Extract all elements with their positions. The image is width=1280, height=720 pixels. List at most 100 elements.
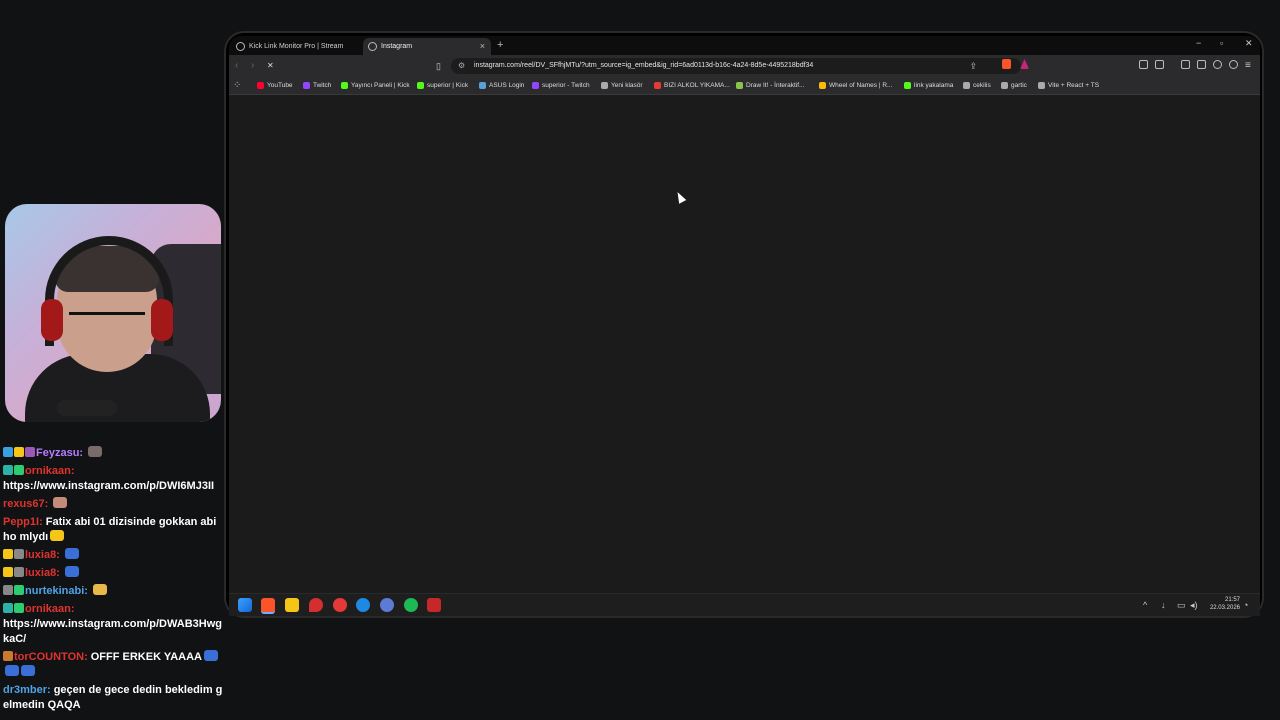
bookmark-item[interactable]: Draw It! - İnteraktif...: [736, 77, 805, 94]
microphone: [57, 400, 117, 416]
chat-message: luxia8:: [3, 566, 225, 581]
bookmark-item[interactable]: YouTube: [257, 77, 293, 94]
chat-message: nurtekinabi:: [3, 584, 225, 599]
chat-overlay: Feyzasu: ornikaan: https://www.instagram.c…: [3, 446, 225, 716]
bookmark-item[interactable]: ASUS Login: [479, 77, 524, 94]
browser-toolbar: ‹ › ✕ ▯ ⚙ instagram.com/reel/DV_SFfhjMTu…: [229, 55, 1260, 77]
stop-loading-icon[interactable]: ✕: [267, 59, 274, 73]
bookmark-item[interactable]: cekilis: [963, 77, 991, 94]
chat-message: ornikaan: https://www.instagram.com/p/DWI…: [3, 464, 225, 494]
share-icon[interactable]: ⇪: [969, 58, 977, 74]
headset-left-ear: [41, 299, 63, 341]
bookmark-item[interactable]: Wheel of Names | R...: [819, 77, 892, 94]
bookmark-item[interactable]: link yakalama: [904, 77, 953, 94]
chat-username[interactable]: ornikaan:: [25, 465, 75, 477]
notification-icon[interactable]: ◔: [1243, 598, 1248, 612]
spotify-icon[interactable]: [404, 598, 418, 612]
bookmark-label: Draw It! - İnteraktif...: [746, 82, 805, 89]
chat-badge-icon: [3, 465, 13, 475]
file-explorer-icon[interactable]: [285, 598, 299, 612]
wallet-icon[interactable]: [1197, 60, 1206, 69]
globe-icon: [236, 42, 245, 51]
chat-username[interactable]: torCOUNTON:: [14, 651, 88, 663]
stream-deck-icon[interactable]: [427, 598, 441, 612]
windows-taskbar: ^ ↓ ▭ ◂) 21:57 22.03.2026 ◔: [229, 593, 1260, 616]
tray-overflow-icon[interactable]: ^: [1143, 598, 1147, 612]
minimize-button[interactable]: −: [1196, 38, 1201, 48]
bookmark-favicon-icon: [736, 82, 743, 89]
chat-username[interactable]: dr3mber:: [3, 684, 51, 696]
bookmark-label: Yayıncı Paneli | Kick: [351, 82, 410, 89]
chat-username[interactable]: rexus67:: [3, 498, 48, 510]
apps-grid-icon[interactable]: ⁘: [233, 81, 241, 91]
tab-label: Instagram: [381, 43, 413, 50]
forward-button[interactable]: ›: [251, 59, 254, 73]
chat-message: rexus67:: [3, 497, 225, 512]
bookmark-favicon-icon: [417, 82, 424, 89]
leo-ai-icon[interactable]: [1213, 60, 1222, 69]
chat-emote-icon: [64, 566, 79, 577]
reading-list-icon[interactable]: [1155, 60, 1164, 69]
sidebar-icon[interactable]: [1181, 60, 1190, 69]
bookmark-item[interactable]: Twitch: [303, 77, 331, 94]
new-tab-button[interactable]: +: [497, 38, 503, 52]
chat-emote-icon: [21, 665, 35, 676]
bookmark-item[interactable]: superior | Kick: [417, 77, 468, 94]
site-info-icon[interactable]: ⚙: [458, 58, 465, 74]
maps-pin-icon[interactable]: [309, 598, 323, 612]
chat-username[interactable]: Feyzasu:: [36, 447, 83, 459]
close-tab-icon[interactable]: ×: [480, 38, 485, 55]
brave-shields-icon[interactable]: [1002, 59, 1011, 69]
tab-kick-link-monitor[interactable]: Kick Link Monitor Pro | Stream Deck: [231, 38, 361, 67]
chat-username[interactable]: ornikaan:: [25, 603, 75, 615]
chat-badge-icon: [3, 549, 13, 559]
bookmark-label: Twitch: [313, 82, 332, 89]
bookmark-label: cekilis: [973, 82, 991, 89]
chat-badge-icon: [3, 603, 13, 613]
back-button[interactable]: ‹: [235, 59, 238, 73]
menu-icon[interactable]: ≡: [1245, 59, 1251, 73]
windows-start-icon[interactable]: [238, 598, 252, 612]
bookmark-label: Vite + React + TS: [1048, 82, 1100, 89]
chat-badge-icon: [3, 585, 13, 595]
maximize-button[interactable]: ▫: [1220, 38, 1223, 48]
vpn-icon[interactable]: [1229, 60, 1238, 69]
chat-badge-icon: [3, 651, 13, 661]
bookmark-item[interactable]: Vite + React + TS: [1038, 77, 1099, 94]
bookmark-item[interactable]: Yeni klasör: [601, 77, 643, 94]
chat-username[interactable]: luxia8:: [25, 549, 60, 561]
chat-username[interactable]: luxia8:: [25, 567, 60, 579]
brave-browser-icon[interactable]: [261, 598, 275, 614]
chat-username[interactable]: Pepp1I:: [3, 516, 43, 528]
volume-icon[interactable]: ◂): [1190, 598, 1198, 612]
bookmark-favicon-icon: [904, 82, 911, 89]
bookmark-icon[interactable]: ▯: [436, 59, 441, 73]
chat-username[interactable]: nurtekinabi:: [25, 585, 88, 597]
network-icon[interactable]: ▭: [1177, 598, 1186, 612]
bookmark-label: gartic: [1011, 82, 1027, 89]
bookmark-item[interactable]: superior - Twitch: [532, 77, 590, 94]
bookmark-label: superior - Twitch: [542, 82, 590, 89]
instagram-icon: [368, 42, 377, 51]
bookmark-item[interactable]: gartic: [1001, 77, 1027, 94]
microphone-tray-icon[interactable]: ↓: [1161, 598, 1166, 612]
bookmark-item[interactable]: BIZI ALKOL YIKAMA...: [654, 77, 730, 94]
address-bar[interactable]: ⚙ instagram.com/reel/DV_SFfhjMTu/?utm_so…: [451, 58, 1021, 74]
tab-instagram[interactable]: Instagram ×: [363, 38, 491, 55]
record-app-icon[interactable]: [333, 598, 347, 612]
bookmark-item[interactable]: Yayıncı Paneli | Kick: [341, 77, 410, 94]
bookmark-label: link yakalama: [914, 82, 954, 89]
chat-badge-icon: [25, 447, 35, 457]
chat-emote-icon: [5, 665, 19, 676]
steam-icon[interactable]: [356, 598, 370, 612]
chat-badge-icon: [3, 447, 13, 457]
bookmark-favicon-icon: [341, 82, 348, 89]
extensions-icon[interactable]: [1139, 60, 1148, 69]
bookmark-favicon-icon: [601, 82, 608, 89]
bookmark-favicon-icon: [963, 82, 970, 89]
taskbar-clock[interactable]: 21:57 22.03.2026: [1210, 596, 1240, 612]
chat-badge-icon: [14, 567, 24, 577]
app-icon[interactable]: [380, 598, 394, 612]
brave-rewards-icon[interactable]: [1020, 59, 1029, 69]
close-window-button[interactable]: ✕: [1245, 38, 1253, 49]
